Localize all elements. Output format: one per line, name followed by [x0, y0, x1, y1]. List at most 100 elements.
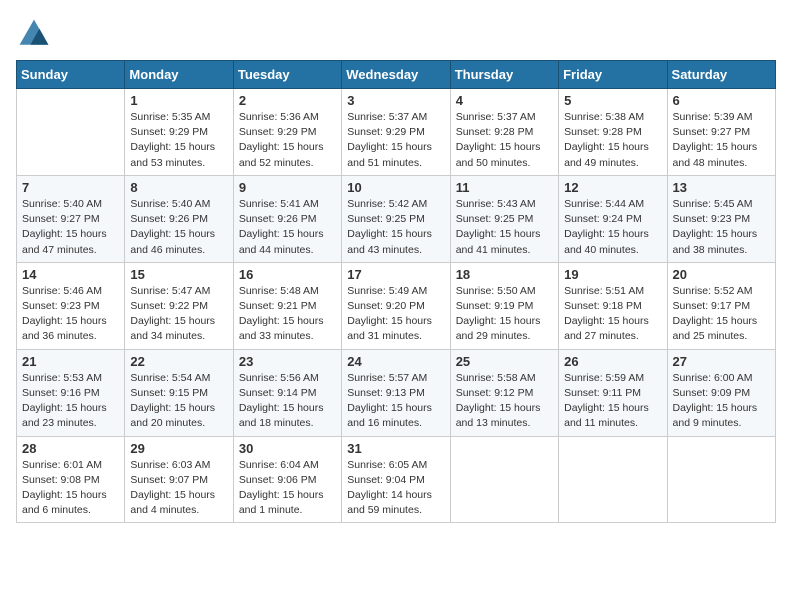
day-number: 27: [673, 354, 770, 369]
calendar-cell: 28 Sunrise: 6:01 AM Sunset: 9:08 PM Dayli…: [17, 436, 125, 523]
calendar-cell: [17, 89, 125, 176]
calendar-cell: 22Sunrise: 5:54 AM Sunset: 9:15 PM Dayli…: [125, 349, 233, 436]
calendar-cell: 9 Sunrise: 5:41 AM Sunset: 9:26 PM Daylig…: [233, 175, 341, 262]
day-info: Sunrise: 5:41 AM Sunset: 9:26 PM Dayligh…: [239, 197, 336, 258]
day-info: Sunrise: 5:59 AM Sunset: 9:11 PM Dayligh…: [564, 371, 661, 432]
day-number: 5: [564, 93, 661, 108]
day-number: 1: [130, 93, 227, 108]
day-info: Sunrise: 5:38 AM Sunset: 9:28 PM Dayligh…: [564, 110, 661, 171]
calendar-cell: 1 Sunrise: 5:35 AM Sunset: 9:29 PM Daylig…: [125, 89, 233, 176]
calendar-table: SundayMondayTuesdayWednesdayThursdayFrid…: [16, 60, 776, 523]
calendar-cell: 21Sunrise: 5:53 AM Sunset: 9:16 PM Dayli…: [17, 349, 125, 436]
day-header-thursday: Thursday: [450, 61, 558, 89]
day-number: 30: [239, 441, 336, 456]
day-header-wednesday: Wednesday: [342, 61, 450, 89]
day-info: Sunrise: 5:47 AM Sunset: 9:22 PM Dayligh…: [130, 284, 227, 345]
day-number: 2: [239, 93, 336, 108]
day-number: 6: [673, 93, 770, 108]
calendar-cell: 31 Sunrise: 6:05 AM Sunset: 9:04 PM Dayli…: [342, 436, 450, 523]
day-number: 4: [456, 93, 553, 108]
calendar-cell: 7 Sunrise: 5:40 AM Sunset: 9:27 PM Daylig…: [17, 175, 125, 262]
calendar-cell: 12 Sunrise: 5:44 AM Sunset: 9:24 PM Dayli…: [559, 175, 667, 262]
logo-icon: [16, 16, 52, 52]
day-header-sunday: Sunday: [17, 61, 125, 89]
day-info: Sunrise: 5:56 AM Sunset: 9:14 PM Dayligh…: [239, 371, 336, 432]
day-info: Sunrise: 6:05 AM Sunset: 9:04 PM Dayligh…: [347, 458, 444, 519]
calendar-week-row: 21Sunrise: 5:53 AM Sunset: 9:16 PM Dayli…: [17, 349, 776, 436]
logo: [16, 16, 56, 52]
day-info: Sunrise: 5:42 AM Sunset: 9:25 PM Dayligh…: [347, 197, 444, 258]
calendar-cell: 11 Sunrise: 5:43 AM Sunset: 9:25 PM Dayli…: [450, 175, 558, 262]
day-info: Sunrise: 5:58 AM Sunset: 9:12 PM Dayligh…: [456, 371, 553, 432]
calendar-cell: 30 Sunrise: 6:04 AM Sunset: 9:06 PM Dayli…: [233, 436, 341, 523]
calendar-cell: 3 Sunrise: 5:37 AM Sunset: 9:29 PM Daylig…: [342, 89, 450, 176]
day-info: Sunrise: 5:50 AM Sunset: 9:19 PM Dayligh…: [456, 284, 553, 345]
calendar-cell: 13 Sunrise: 5:45 AM Sunset: 9:23 PM Dayli…: [667, 175, 775, 262]
day-number: 28: [22, 441, 119, 456]
day-info: Sunrise: 5:37 AM Sunset: 9:29 PM Dayligh…: [347, 110, 444, 171]
day-info: Sunrise: 5:39 AM Sunset: 9:27 PM Dayligh…: [673, 110, 770, 171]
page-header: [16, 16, 776, 52]
day-number: 29: [130, 441, 227, 456]
day-header-tuesday: Tuesday: [233, 61, 341, 89]
calendar-cell: 27 Sunrise: 6:00 AM Sunset: 9:09 PM Dayli…: [667, 349, 775, 436]
calendar-cell: 23 Sunrise: 5:56 AM Sunset: 9:14 PM Dayli…: [233, 349, 341, 436]
day-info: Sunrise: 5:37 AM Sunset: 9:28 PM Dayligh…: [456, 110, 553, 171]
day-number: 9: [239, 180, 336, 195]
day-number: 31: [347, 441, 444, 456]
calendar-cell: 26 Sunrise: 5:59 AM Sunset: 9:11 PM Dayli…: [559, 349, 667, 436]
day-number: 13: [673, 180, 770, 195]
day-header-friday: Friday: [559, 61, 667, 89]
day-info: Sunrise: 5:52 AM Sunset: 9:17 PM Dayligh…: [673, 284, 770, 345]
day-number: 10: [347, 180, 444, 195]
day-number: 7: [22, 180, 119, 195]
calendar-cell: 15 Sunrise: 5:47 AM Sunset: 9:22 PM Dayli…: [125, 262, 233, 349]
calendar-cell: 8 Sunrise: 5:40 AM Sunset: 9:26 PM Daylig…: [125, 175, 233, 262]
calendar-cell: [450, 436, 558, 523]
day-info: Sunrise: 6:00 AM Sunset: 9:09 PM Dayligh…: [673, 371, 770, 432]
calendar-cell: 19Sunrise: 5:51 AM Sunset: 9:18 PM Dayli…: [559, 262, 667, 349]
day-number: 16: [239, 267, 336, 282]
day-number: 12: [564, 180, 661, 195]
calendar-cell: 2 Sunrise: 5:36 AM Sunset: 9:29 PM Daylig…: [233, 89, 341, 176]
calendar-cell: 6 Sunrise: 5:39 AM Sunset: 9:27 PM Daylig…: [667, 89, 775, 176]
day-info: Sunrise: 5:36 AM Sunset: 9:29 PM Dayligh…: [239, 110, 336, 171]
day-number: 25: [456, 354, 553, 369]
day-number: 23: [239, 354, 336, 369]
calendar-cell: [559, 436, 667, 523]
day-info: Sunrise: 5:53 AM Sunset: 9:16 PM Dayligh…: [22, 371, 119, 432]
day-number: 18: [456, 267, 553, 282]
day-number: 3: [347, 93, 444, 108]
day-number: 8: [130, 180, 227, 195]
day-number: 22: [130, 354, 227, 369]
calendar-week-row: 28 Sunrise: 6:01 AM Sunset: 9:08 PM Dayli…: [17, 436, 776, 523]
calendar-cell: 16 Sunrise: 5:48 AM Sunset: 9:21 PM Dayli…: [233, 262, 341, 349]
calendar-cell: 25 Sunrise: 5:58 AM Sunset: 9:12 PM Dayli…: [450, 349, 558, 436]
calendar-week-row: 7 Sunrise: 5:40 AM Sunset: 9:27 PM Daylig…: [17, 175, 776, 262]
day-info: Sunrise: 5:43 AM Sunset: 9:25 PM Dayligh…: [456, 197, 553, 258]
day-info: Sunrise: 5:45 AM Sunset: 9:23 PM Dayligh…: [673, 197, 770, 258]
day-number: 26: [564, 354, 661, 369]
day-info: Sunrise: 6:01 AM Sunset: 9:08 PM Dayligh…: [22, 458, 119, 519]
day-info: Sunrise: 5:35 AM Sunset: 9:29 PM Dayligh…: [130, 110, 227, 171]
day-number: 19: [564, 267, 661, 282]
calendar-cell: 10 Sunrise: 5:42 AM Sunset: 9:25 PM Dayli…: [342, 175, 450, 262]
day-info: Sunrise: 5:40 AM Sunset: 9:27 PM Dayligh…: [22, 197, 119, 258]
calendar-cell: 24 Sunrise: 5:57 AM Sunset: 9:13 PM Dayli…: [342, 349, 450, 436]
calendar-cell: 18 Sunrise: 5:50 AM Sunset: 9:19 PM Dayli…: [450, 262, 558, 349]
calendar-cell: 29Sunrise: 6:03 AM Sunset: 9:07 PM Dayli…: [125, 436, 233, 523]
day-info: Sunrise: 5:40 AM Sunset: 9:26 PM Dayligh…: [130, 197, 227, 258]
day-info: Sunrise: 5:46 AM Sunset: 9:23 PM Dayligh…: [22, 284, 119, 345]
day-info: Sunrise: 5:48 AM Sunset: 9:21 PM Dayligh…: [239, 284, 336, 345]
day-number: 11: [456, 180, 553, 195]
day-header-saturday: Saturday: [667, 61, 775, 89]
day-number: 20: [673, 267, 770, 282]
day-info: Sunrise: 5:44 AM Sunset: 9:24 PM Dayligh…: [564, 197, 661, 258]
calendar-cell: 14Sunrise: 5:46 AM Sunset: 9:23 PM Dayli…: [17, 262, 125, 349]
calendar-cell: 4 Sunrise: 5:37 AM Sunset: 9:28 PM Daylig…: [450, 89, 558, 176]
day-number: 24: [347, 354, 444, 369]
day-number: 15: [130, 267, 227, 282]
day-info: Sunrise: 6:04 AM Sunset: 9:06 PM Dayligh…: [239, 458, 336, 519]
day-info: Sunrise: 5:57 AM Sunset: 9:13 PM Dayligh…: [347, 371, 444, 432]
calendar-cell: 17Sunrise: 5:49 AM Sunset: 9:20 PM Dayli…: [342, 262, 450, 349]
